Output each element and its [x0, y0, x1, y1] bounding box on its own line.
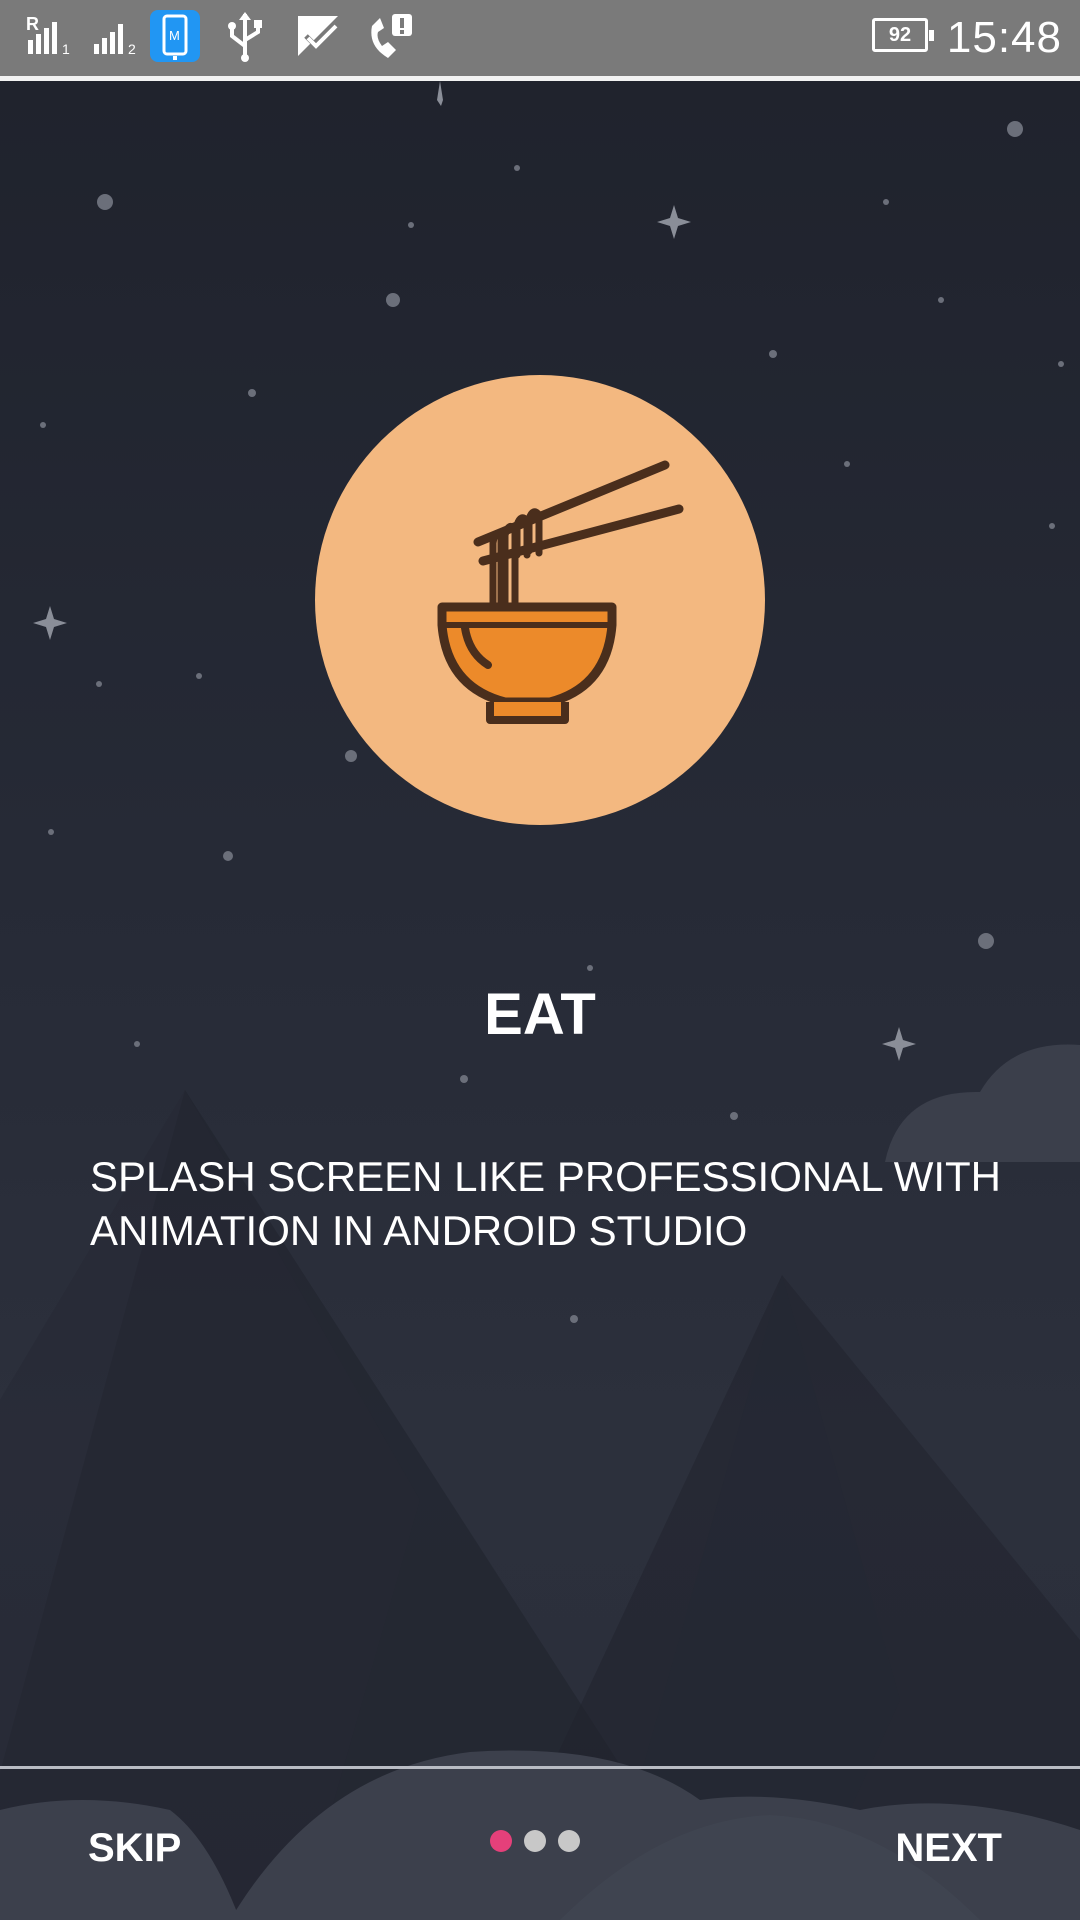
status-bar: R 1 2 M 92 15:48 [0, 0, 1080, 76]
svg-text:M: M [169, 28, 180, 43]
battery-icon: 92 [872, 18, 934, 52]
page-dot-active [490, 1830, 512, 1852]
phone-alert-icon [371, 14, 412, 58]
signal-sim1-icon: R 1 [26, 14, 70, 56]
signal-sim2-icon: 2 [94, 24, 136, 56]
battery-level: 92 [888, 24, 912, 46]
status-bar-divider [0, 76, 1080, 81]
onboarding-screen: R 1 2 M 92 15:48 EAT SPLASH SCREEN LIKE … [0, 0, 1080, 1920]
page-dot [524, 1830, 546, 1852]
hero-circle [315, 375, 765, 825]
svg-text:1: 1 [62, 41, 70, 56]
page-indicator [490, 1830, 580, 1854]
noodle-bowl-icon [437, 460, 684, 724]
skip-button[interactable]: SKIP [80, 1820, 189, 1876]
next-button[interactable]: NEXT [887, 1820, 1010, 1876]
status-time: 15:48 [946, 13, 1062, 62]
bottom-divider [0, 1766, 1080, 1769]
slide-title: EAT [484, 982, 596, 1047]
usb-icon [228, 12, 262, 62]
svg-text:R: R [26, 14, 39, 34]
svg-text:2: 2 [128, 41, 136, 56]
phone-app-icon: M [150, 10, 200, 62]
slide-description: SPLASH SCREEN LIKE PROFESSIONAL WITH ANI… [90, 1153, 1001, 1254]
checkmark-notification-icon [298, 16, 340, 56]
page-dot [558, 1830, 580, 1852]
